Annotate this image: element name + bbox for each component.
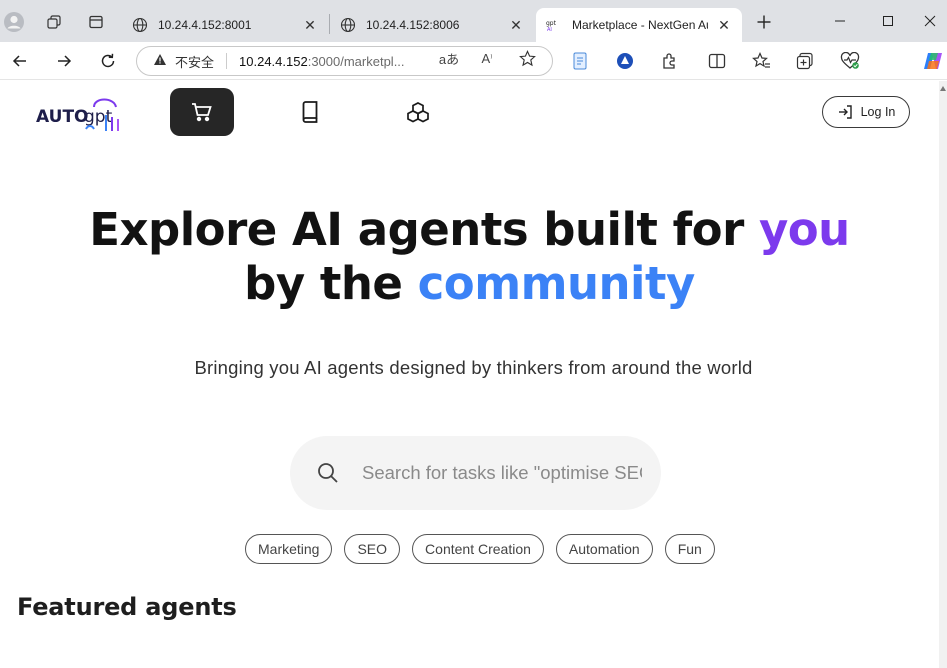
tab-title: 10.24.4.152:8006 bbox=[366, 18, 460, 32]
maximize-window-icon[interactable] bbox=[868, 6, 908, 36]
copilot-icon[interactable] bbox=[920, 48, 946, 74]
hero-line-1: Explore AI agents built for you bbox=[0, 203, 939, 257]
nav-marketplace[interactable] bbox=[170, 88, 234, 136]
page-scrollbar[interactable] bbox=[939, 81, 947, 668]
category-chips: Marketing SEO Content Creation Automatio… bbox=[245, 534, 715, 564]
favorites-icon[interactable] bbox=[748, 48, 774, 74]
nav-library[interactable] bbox=[278, 88, 342, 136]
close-window-icon[interactable] bbox=[910, 6, 947, 36]
chip-marketing[interactable]: Marketing bbox=[245, 534, 333, 564]
chip-fun[interactable]: Fun bbox=[664, 534, 715, 564]
book-icon bbox=[302, 101, 318, 123]
security-label[interactable]: 不安全 bbox=[175, 52, 214, 71]
search-icon bbox=[318, 463, 338, 483]
address-divider bbox=[226, 53, 228, 69]
vpn-icon[interactable] bbox=[612, 48, 638, 74]
svg-text:AUTO: AUTO bbox=[36, 107, 89, 127]
scroll-up-arrow-icon[interactable] bbox=[940, 86, 946, 91]
nav-build[interactable] bbox=[386, 88, 450, 136]
url-path: :3000/marketpl... bbox=[307, 53, 405, 69]
close-tab-icon[interactable]: ✕ bbox=[716, 17, 732, 33]
minimize-window-icon[interactable] bbox=[820, 6, 860, 36]
hero-line-2: by the community bbox=[0, 257, 939, 311]
refresh-icon[interactable] bbox=[93, 46, 123, 76]
search-input[interactable] bbox=[362, 462, 642, 484]
forward-arrow-icon[interactable] bbox=[49, 46, 79, 76]
warning-triangle-icon[interactable] bbox=[153, 53, 167, 69]
globe-icon bbox=[132, 17, 148, 33]
browser-essentials-icon[interactable] bbox=[837, 48, 863, 74]
vertical-tabs-icon[interactable] bbox=[82, 8, 110, 36]
marketplace-page: AUTO gpt Log In Explore AI agents built … bbox=[0, 81, 939, 668]
browser-tab-3-active[interactable]: gptAI Marketplace - NextGen AutoGPT ✕ bbox=[536, 8, 742, 42]
svg-text:AI: AI bbox=[547, 27, 552, 33]
autogpt-favicon-icon: gptAI bbox=[546, 20, 557, 33]
svg-text:gpt: gpt bbox=[84, 107, 113, 127]
globe-icon bbox=[340, 17, 356, 33]
chip-automation[interactable]: Automation bbox=[555, 534, 653, 564]
close-tab-icon[interactable]: ✕ bbox=[302, 17, 318, 33]
browser-tab-2[interactable]: 10.24.4.152:8006 ✕ bbox=[330, 8, 534, 42]
split-screen-icon[interactable] bbox=[704, 48, 730, 74]
browser-toolbar: 不安全 10.24.4.152:3000/marketpl... aあ A ⁾ bbox=[0, 42, 947, 80]
login-label: Log In bbox=[860, 105, 896, 119]
tab-title: Marketplace - NextGen AutoGPT bbox=[572, 18, 708, 32]
read-aloud-icon[interactable]: A ⁾ bbox=[476, 49, 498, 67]
back-arrow-icon[interactable] bbox=[5, 46, 35, 76]
translate-icon[interactable]: aあ bbox=[438, 49, 460, 67]
tab-title: 10.24.4.152:8001 bbox=[158, 18, 252, 32]
hero-subtitle: Bringing you AI agents designed by think… bbox=[194, 357, 753, 378]
hero-line-1-text: Explore AI agents built for bbox=[89, 203, 759, 256]
document-icon[interactable] bbox=[567, 48, 593, 74]
profile-avatar-icon[interactable] bbox=[0, 8, 28, 36]
blocks-icon bbox=[407, 102, 429, 123]
extensions-icon[interactable] bbox=[656, 48, 682, 74]
collections-icon[interactable] bbox=[792, 48, 818, 74]
svg-text:gpt: gpt bbox=[546, 20, 557, 27]
hero-title: Explore AI agents built for you by the c… bbox=[0, 203, 939, 311]
close-tab-icon[interactable]: ✕ bbox=[508, 17, 524, 33]
autogpt-logo[interactable]: AUTO gpt bbox=[36, 93, 128, 135]
browser-tab-1[interactable]: 10.24.4.152:8001 ✕ bbox=[122, 8, 328, 42]
url-host: 10.24.4.152 bbox=[239, 53, 308, 69]
new-tab-icon[interactable] bbox=[750, 8, 778, 36]
hero-line-2-text: by the bbox=[244, 257, 418, 310]
workspaces-icon[interactable] bbox=[40, 8, 68, 36]
featured-agents-heading: Featured agents bbox=[17, 593, 237, 621]
agent-search-box[interactable] bbox=[290, 436, 661, 510]
hero-highlight-you: you bbox=[758, 203, 850, 256]
cart-icon bbox=[192, 103, 212, 122]
hero-highlight-community: community bbox=[417, 257, 696, 310]
browser-tab-strip: 10.24.4.152:8001 ✕ 10.24.4.152:8006 ✕ gp… bbox=[0, 0, 947, 42]
chip-content-creation[interactable]: Content Creation bbox=[412, 534, 544, 564]
login-arrow-icon bbox=[838, 105, 852, 119]
chip-seo[interactable]: SEO bbox=[344, 534, 401, 564]
favorite-star-icon[interactable] bbox=[516, 49, 538, 67]
login-button[interactable]: Log In bbox=[822, 96, 910, 128]
